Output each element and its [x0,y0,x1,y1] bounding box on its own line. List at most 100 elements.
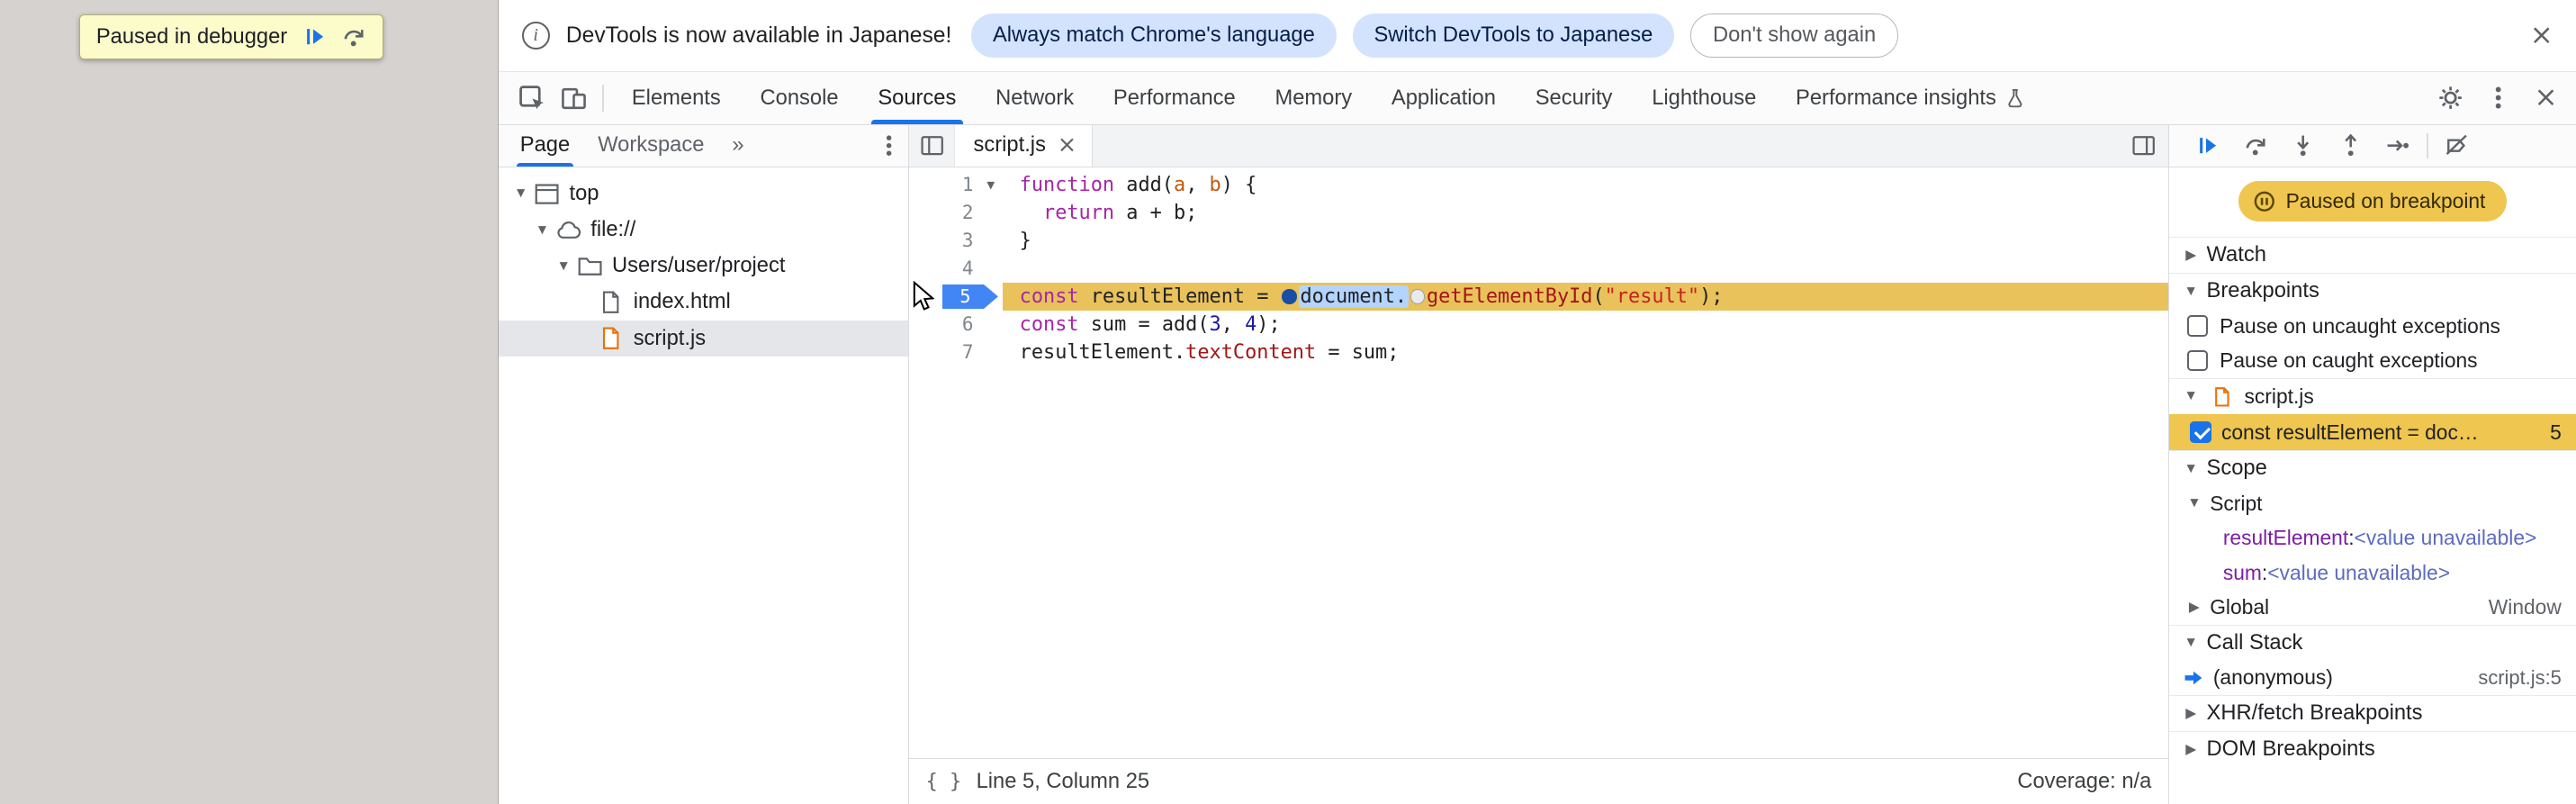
dont-show-again-button[interactable]: Don't show again [1690,14,1898,59]
scope-global-group[interactable]: ▶ Global Window [2169,590,2576,624]
step-out-button[interactable] [2327,125,2374,167]
section-breakpoints[interactable]: ▼ Breakpoints [2168,272,2576,309]
gutter[interactable]: 3 [909,227,1003,255]
line-number[interactable]: 6 [916,311,978,339]
scope-script-group[interactable]: ▼ Script [2169,486,2576,520]
navigator-tab-page[interactable]: Page [517,125,574,168]
tab-network[interactable]: Network [976,72,1094,123]
tree-item-project-folder[interactable]: ▼ Users/user/project [499,248,908,285]
tab-performance-insights[interactable]: Performance insights [1776,72,2045,123]
execution-breakpoint-marker[interactable]: 5 [941,284,998,310]
gutter[interactable]: 1 ▼ [909,171,1003,199]
tab-sources[interactable]: Sources [858,72,976,125]
expand-arrow-icon[interactable]: ▼ [510,185,532,202]
inline-breakpoint-marker[interactable] [1410,289,1426,304]
line-number[interactable]: 2 [916,199,978,227]
navigator-menu-icon[interactable] [886,133,909,158]
resume-button[interactable] [2184,125,2231,167]
toolbar-divider [602,85,604,112]
tab-lighthouse[interactable]: Lighthouse [1632,72,1776,123]
close-tab-icon[interactable]: × [1058,133,1076,158]
line-number[interactable]: 3 [916,227,978,255]
checkbox-unchecked[interactable] [2186,349,2209,372]
flask-icon [2004,87,2026,109]
tab-elements[interactable]: Elements [612,72,741,123]
step-over-button[interactable] [2231,125,2279,167]
breakpoint-file-group[interactable]: ▼ script.js [2168,377,2576,414]
code-token: function [1019,173,1115,196]
language-infobar: i DevTools is now available in Japanese!… [499,0,2576,73]
call-stack-frame[interactable]: (anonymous) script.js:5 [2169,661,2576,695]
code-text: return a + b; [1003,199,2167,227]
breakpoint-entry[interactable]: const resultElement = doc… 5 [2168,413,2576,451]
match-chrome-language-button[interactable]: Always match Chrome's language [971,14,1337,59]
switch-to-japanese-button[interactable]: Switch DevTools to Japanese [1352,14,1675,59]
checkbox-unchecked[interactable] [2186,315,2209,338]
section-xhr-breakpoints[interactable]: ▶ XHR/fetch Breakpoints [2168,695,2576,731]
line-number[interactable]: 7 [916,339,978,366]
tab-memory[interactable]: Memory [1256,72,1372,123]
gutter[interactable]: 2 [909,199,1003,227]
code-token: textContent [1185,340,1317,364]
line-number[interactable]: 4 [916,255,978,283]
folder-icon [576,252,604,280]
tree-item-index-html[interactable]: index.html [499,285,908,321]
step-over-icon[interactable] [341,24,365,49]
code-token: a + b; [1114,201,1198,224]
code-line-6: 6 const sum = add(3, 4); [909,311,2167,339]
section-scope[interactable]: ▼ Scope [2168,450,2576,486]
inspect-element-icon[interactable] [512,77,554,119]
file-tab-script-js[interactable]: script.js × [955,124,1093,167]
gutter[interactable]: 7 [909,339,1003,366]
code-token: resultElement. [1019,340,1186,364]
tab-performance[interactable]: Performance [1094,72,1256,123]
tab-security[interactable]: Security [1516,72,1632,123]
gutter[interactable]: 4 [909,255,1003,283]
pause-caught-exceptions-option[interactable]: Pause on caught exceptions [2169,343,2576,377]
gutter[interactable]: 6 [909,311,1003,339]
active-frame-arrow-icon [2184,668,2203,688]
fold-arrow-icon[interactable]: ▼ [978,171,1003,199]
cursor-position-label: Line 5, Column 25 [976,769,1150,793]
breakpoint-code-snippet: const resultElement = doc… [2220,420,2479,444]
page-viewport: Paused in debugger [0,0,499,804]
inline-breakpoint-marker[interactable] [1282,289,1297,304]
pause-uncaught-exceptions-option[interactable]: Pause on uncaught exceptions [2169,309,2576,343]
tab-console[interactable]: Console [741,72,859,123]
line-number[interactable]: 1 [916,171,978,199]
debugger-toolbar [2168,124,2576,168]
code-token: ); [1699,285,1724,308]
resume-script-icon[interactable] [302,24,327,49]
frame-name: (anonymous) [2212,665,2333,690]
more-tabs-icon[interactable]: » [732,133,743,158]
settings-gear-icon[interactable] [2430,77,2472,119]
toggle-navigator-icon[interactable] [909,124,956,167]
pretty-print-icon[interactable]: { } [926,771,962,793]
tree-item-script-js[interactable]: script.js [499,320,909,357]
checkbox-checked[interactable] [2190,421,2212,443]
collapsed-arrow-icon: ▶ [2185,706,2197,722]
step-into-button[interactable] [2279,125,2327,167]
tree-item-label: top [569,181,599,205]
tree-item-file-protocol[interactable]: ▼ file:// [499,212,908,248]
section-dom-breakpoints[interactable]: ▶ DOM Breakpoints [2168,731,2576,767]
file-icon [598,288,626,316]
tab-application[interactable]: Application [1372,72,1516,123]
deactivate-breakpoints-button[interactable] [2433,125,2481,167]
close-devtools-icon[interactable]: × [2526,77,2567,119]
device-toolbar-icon[interactable] [553,77,594,119]
tree-item-label: Users/user/project [611,254,786,278]
toggle-debugger-sidebar-icon[interactable] [2119,125,2168,167]
section-call-stack[interactable]: ▼ Call Stack [2168,624,2576,661]
step-button[interactable] [2374,125,2422,167]
section-watch[interactable]: ▶ Watch [2168,236,2576,273]
tree-item-top[interactable]: ▼ top [499,176,908,212]
expand-arrow-icon[interactable]: ▼ [532,222,554,239]
dismiss-infobar-button[interactable]: × [2530,22,2553,50]
devtools-panel: i DevTools is now available in Japanese!… [498,0,2576,804]
paused-in-debugger-banner: Paused in debugger [78,14,384,59]
navigator-tab-workspace[interactable]: Workspace [598,125,704,167]
expand-arrow-icon[interactable]: ▼ [553,258,574,275]
more-options-icon[interactable] [2478,77,2519,119]
